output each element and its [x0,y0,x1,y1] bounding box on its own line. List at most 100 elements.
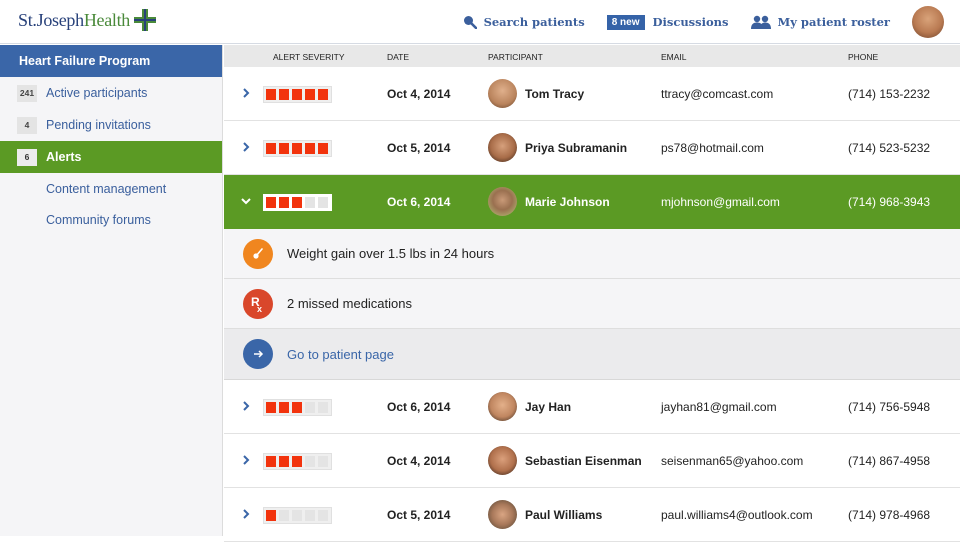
severity-segment [305,89,315,100]
participant-name[interactable]: Sebastian Eisenman [525,454,642,468]
go-to-patient-page-label: Go to patient page [287,346,394,362]
severity-meter [263,453,332,470]
severity-segment [318,89,328,100]
participant-avatar [488,392,517,421]
severity-segment [266,402,276,413]
severity-meter [263,140,332,157]
participant-name[interactable]: Tom Tracy [525,87,584,101]
participant-name[interactable]: Jay Han [525,400,571,414]
column-header-phone[interactable]: PHONE [848,52,878,62]
top-nav: Search patients 8 new Discussions My pat… [463,0,960,44]
column-header-date[interactable]: DATE [387,52,409,62]
participant-name[interactable]: Paul Williams [525,508,602,522]
participant-phone: (714) 867-4958 [848,454,931,468]
participant-name[interactable]: Marie Johnson [525,195,610,209]
severity-segment [318,510,328,521]
participant-phone: (714) 756-5948 [848,400,931,414]
svg-text:x: x [257,304,262,313]
sidebar-item-alerts[interactable]: 6 Alerts [0,141,222,173]
go-to-patient-page-link[interactable]: Go to patient page [224,329,960,380]
discussions-label: Discussions [652,15,729,29]
search-patients-link[interactable]: Search patients [463,15,585,29]
chevron-down-icon[interactable] [239,194,253,208]
logo-text-st-joseph: St.Joseph [18,9,84,30]
participant-phone: (714) 968-3943 [848,195,931,209]
participant-phone: (714) 153-2232 [848,87,931,101]
sidebar-item-label: Active participants [46,86,148,100]
column-header-email[interactable]: EMAIL [661,52,687,62]
severity-segment [292,402,302,413]
severity-meter [263,507,332,524]
patient-roster-link[interactable]: My patient roster [750,15,890,29]
severity-meter [263,86,332,103]
program-title: Heart Failure Program [0,45,222,77]
participant-phone: (714) 978-4968 [848,508,931,522]
participant-email[interactable]: mjohnson@gmail.com [661,195,780,209]
table-row[interactable]: Oct 6, 2014 Jay Han jayhan81@gmail.com (… [224,380,960,434]
severity-segment [279,143,289,154]
alert-date: Oct 6, 2014 [387,400,451,414]
participant-avatar [488,187,517,216]
severity-segment [292,143,302,154]
table-header: ALERT SEVERITY DATE PARTICIPANT EMAIL PH… [224,45,960,67]
sidebar-item-label: Content management [46,181,167,196]
severity-meter [263,399,332,416]
alert-date: Oct 6, 2014 [387,195,451,209]
alert-detail-item: Rx 2 missed medications [224,279,960,329]
count-badge: 6 [17,148,37,166]
count-badge: 241 [17,84,37,102]
table-row[interactable]: Oct 4, 2014 Tom Tracy ttracy@comcast.com… [224,67,960,121]
search-icon [463,16,477,29]
participant-name[interactable]: Priya Subramanin [525,141,627,155]
severity-segment [305,402,315,413]
table-row[interactable]: Oct 5, 2014 Priya Subramanin ps78@hotmai… [224,121,960,175]
participant-email[interactable]: jayhan81@gmail.com [661,400,777,414]
column-header-participant[interactable]: PARTICIPANT [488,52,543,62]
user-avatar[interactable] [912,6,944,38]
participant-email[interactable]: ps78@hotmail.com [661,141,764,155]
alert-date: Oct 5, 2014 [387,508,451,522]
discussions-link[interactable]: 8 new Discussions [606,14,729,30]
sidebar-item-content-management[interactable]: Content management [0,173,222,204]
sidebar-item-label: Community forums [46,212,151,227]
logo-text-health: Health [83,9,130,30]
severity-segment [266,456,276,467]
chevron-right-icon[interactable] [239,86,253,100]
search-patients-label: Search patients [483,15,585,29]
severity-segment [318,402,328,413]
alert-detail-item: Weight gain over 1.5 lbs in 24 hours [224,229,960,279]
severity-segment [305,197,315,208]
severity-segment [318,197,328,208]
severity-segment [292,510,302,521]
severity-segment [279,510,289,521]
participant-email[interactable]: paul.williams4@outlook.com [661,508,813,522]
severity-segment [279,402,289,413]
severity-segment [305,456,315,467]
chevron-right-icon[interactable] [239,399,253,413]
sidebar: Heart Failure Program 241 Active partici… [0,45,223,536]
participant-avatar [488,133,517,162]
severity-segment [266,143,276,154]
table-row[interactable]: Oct 4, 2014 Sebastian Eisenman seisenman… [224,434,960,488]
chevron-right-icon[interactable] [239,453,253,467]
participant-email[interactable]: ttracy@comcast.com [661,87,773,101]
chevron-right-icon[interactable] [239,507,253,521]
st-joseph-health-logo[interactable]: St.Joseph Health [18,8,157,32]
severity-segment [266,510,276,521]
rx-icon: Rx [243,288,273,319]
table-row[interactable]: Oct 6, 2014 Marie Johnson mjohnson@gmail… [224,175,960,229]
alert-date: Oct 5, 2014 [387,141,451,155]
severity-segment [292,89,302,100]
sidebar-item-active-participants[interactable]: 241 Active participants [0,77,222,109]
participant-phone: (714) 523-5232 [848,141,931,155]
arrow-right-icon [243,339,273,369]
sidebar-item-pending-invitations[interactable]: 4 Pending invitations [0,109,222,141]
participant-email[interactable]: seisenman65@yahoo.com [661,454,803,468]
column-header-alert-severity[interactable]: ALERT SEVERITY [273,52,345,62]
sidebar-item-community-forums[interactable]: Community forums [0,204,222,235]
severity-segment [318,456,328,467]
severity-segment [305,510,315,521]
table-row[interactable]: Oct 5, 2014 Paul Williams paul.williams4… [224,488,960,542]
sidebar-item-label: Alerts [46,150,82,164]
chevron-right-icon[interactable] [239,140,253,154]
